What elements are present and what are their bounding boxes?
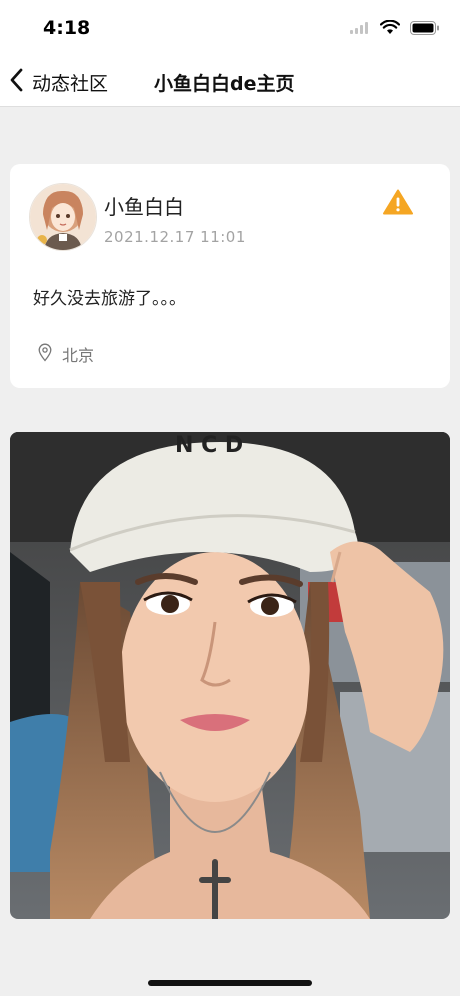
report-button[interactable] [383,189,413,219]
back-label: 动态社区 [32,72,109,95]
post-text: 好久没去旅游了。。。 [33,289,186,309]
home-indicator [148,980,312,986]
status-icons [350,20,440,35]
status-bar: 4:18 [0,0,460,58]
back-button[interactable]: 动态社区 [8,66,108,98]
user-name[interactable]: 小鱼白白 [104,191,184,220]
cellular-signal-icon [350,21,370,34]
navigation-bar: 动态社区 小鱼白白de主页 [0,58,460,107]
location-label: 北京 [62,346,95,365]
battery-icon [410,20,440,35]
warning-icon [383,189,413,219]
avatar[interactable] [29,183,97,251]
post-photo[interactable]: N C D [10,432,450,919]
status-time: 4:18 [43,17,91,39]
wifi-icon [380,20,400,35]
svg-text:N C D: N C D [175,433,243,458]
location-pin-icon [38,343,52,366]
chevron-left-icon [8,67,24,97]
page-title: 小鱼白白de主页 [154,73,295,95]
post-location: 北京 [38,342,94,366]
post-card: 小鱼白白 2021.12.17 11:01 好久没去旅游了。。。 北京 [10,164,450,388]
post-timestamp: 2021.12.17 11:01 [104,228,246,246]
profile-screen: 4:18 动态社区 小鱼白白de主页 小鱼白白 2021.12.17 11:01… [0,0,460,996]
